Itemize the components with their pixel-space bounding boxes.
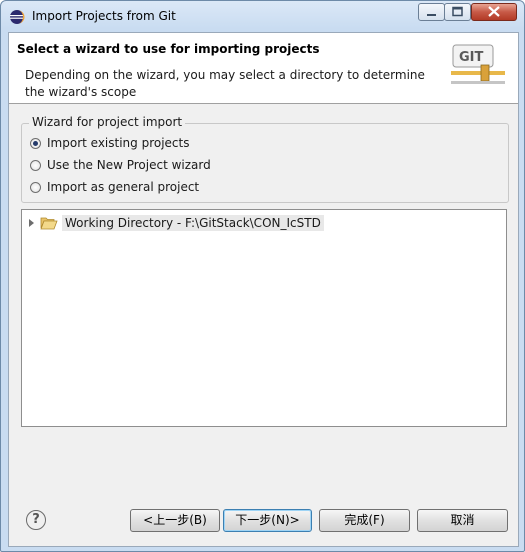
close-icon	[488, 6, 500, 17]
finish-button[interactable]: 完成(F)	[319, 509, 410, 532]
cancel-button[interactable]: 取消	[417, 509, 508, 532]
dialog-window: Import Projects from Git Select a wizard…	[0, 0, 525, 552]
wizard-description: Depending on the wizard, you may select …	[25, 68, 425, 99]
radio-new-project-wizard[interactable]: Use the New Project wizard	[30, 156, 211, 174]
minimize-button[interactable]	[418, 3, 445, 21]
minimize-icon	[427, 14, 436, 16]
radio-label[interactable]: Import existing projects	[47, 136, 189, 150]
radio-button[interactable]	[30, 181, 41, 193]
wizard-options-group: Wizard for project import Import existin…	[21, 115, 509, 203]
tree-item-label[interactable]: Working Directory - F:\GitStack\CON_IcST…	[62, 215, 324, 231]
radio-button[interactable]	[30, 159, 41, 171]
help-icon[interactable]: ?	[26, 510, 46, 530]
next-button[interactable]: 下一步(N)>	[223, 509, 312, 532]
group-legend: Wizard for project import	[29, 115, 186, 129]
maximize-button[interactable]	[444, 3, 471, 21]
eclipse-icon	[10, 10, 25, 24]
wizard-header: Select a wizard to use for importing pro…	[9, 33, 518, 104]
project-tree[interactable]: Working Directory - F:\GitStack\CON_IcST…	[21, 209, 507, 427]
wizard-title: Select a wizard to use for importing pro…	[17, 42, 320, 56]
button-bar: ? <上一步(B) 下一步(N)> 完成(F) 取消	[9, 493, 518, 546]
dialog-client-area: Select a wizard to use for importing pro…	[8, 32, 519, 547]
expand-arrow-icon[interactable]	[26, 218, 36, 228]
git-logo-icon: GIT	[451, 44, 505, 84]
title-bar[interactable]: Import Projects from Git	[1, 1, 524, 31]
radio-label[interactable]: Import as general project	[47, 180, 199, 194]
radio-label[interactable]: Use the New Project wizard	[47, 158, 211, 172]
radio-general-project[interactable]: Import as general project	[30, 178, 199, 196]
tree-item[interactable]: Working Directory - F:\GitStack\CON_IcST…	[26, 214, 324, 232]
window-title: Import Projects from Git	[32, 9, 176, 23]
radio-button-checked[interactable]	[30, 137, 41, 149]
close-button[interactable]	[471, 3, 517, 21]
git-logo-text: GIT	[459, 50, 484, 65]
back-button[interactable]: <上一步(B)	[130, 509, 220, 532]
folder-open-icon	[40, 217, 58, 230]
radio-import-existing[interactable]: Import existing projects	[30, 134, 189, 152]
maximize-icon	[452, 6, 463, 17]
